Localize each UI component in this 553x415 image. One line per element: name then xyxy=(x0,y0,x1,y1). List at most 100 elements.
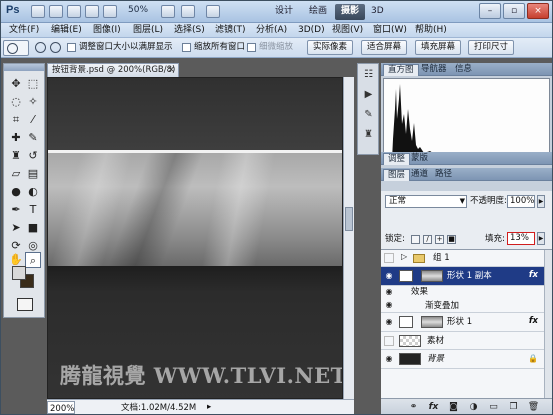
tab-navigator[interactable]: 导航器 xyxy=(417,64,451,76)
document-tab[interactable]: 按钮背景.psd @ 200%(RGB/8) * × xyxy=(47,63,179,77)
lock-all-icon[interactable]: ■ xyxy=(447,235,456,244)
dodge-tool-icon[interactable]: ◐ xyxy=(25,184,41,200)
menu-select[interactable]: 选择(S) xyxy=(174,24,205,37)
lock-transparency-icon[interactable] xyxy=(411,235,420,244)
actions-panel-icon[interactable]: ▶ xyxy=(361,88,376,102)
zoom-tool-icon[interactable] xyxy=(103,5,117,18)
scrollbar-thumb[interactable] xyxy=(345,207,353,231)
tool-preset-picker[interactable] xyxy=(3,40,29,56)
status-zoom-field[interactable]: 200% xyxy=(47,401,75,414)
tab-layers[interactable]: 图层 xyxy=(383,169,411,181)
fx-icon[interactable]: fx xyxy=(427,401,440,413)
menu-layer[interactable]: 图层(L) xyxy=(133,24,163,37)
menu-3d[interactable]: 3D(D) xyxy=(298,24,325,37)
menu-help[interactable]: 帮助(H) xyxy=(415,24,447,37)
vertical-scrollbar[interactable] xyxy=(343,77,354,399)
eye-icon[interactable]: ◉ xyxy=(384,354,394,364)
lock-image-icon[interactable]: / xyxy=(423,235,432,244)
menu-file[interactable]: 文件(F) xyxy=(9,24,39,37)
folder-icon[interactable]: ▭ xyxy=(487,401,500,413)
visibility-toggle[interactable] xyxy=(384,253,394,263)
path-selection-icon[interactable]: ➤ xyxy=(8,220,24,236)
menu-image[interactable]: 图像(I) xyxy=(93,24,121,37)
blur-tool-icon[interactable]: ● xyxy=(8,184,24,200)
clone-source-panel-icon[interactable]: ♜ xyxy=(361,128,376,142)
fill-screen-button[interactable]: 填充屏幕 xyxy=(415,40,462,55)
hand-tool-icon[interactable] xyxy=(85,5,99,18)
history-panel-icon[interactable]: ☷ xyxy=(361,68,376,82)
new-layer-icon[interactable]: ❐ xyxy=(507,401,520,413)
zoom-all-checkbox[interactable] xyxy=(182,43,191,52)
adjustment-icon[interactable]: ◑ xyxy=(467,401,480,413)
tab-info[interactable]: 信息 xyxy=(451,64,476,76)
tab-channels[interactable]: 通道 xyxy=(407,169,432,181)
link-icon[interactable]: ⚭ xyxy=(407,401,420,413)
eraser-tool-icon[interactable]: ▱ xyxy=(8,166,24,182)
actual-pixels-button[interactable]: 实际像素 xyxy=(307,40,354,55)
fx-icon[interactable]: fx xyxy=(529,270,538,280)
layer-row-shape-1[interactable]: ◉ 形状 1 fx xyxy=(381,313,552,332)
workspace-3d[interactable]: 3D xyxy=(365,4,390,20)
extras-icon[interactable] xyxy=(67,5,81,18)
tab-paths[interactable]: 路径 xyxy=(431,169,456,181)
opacity-field[interactable]: 100% xyxy=(507,195,535,208)
mask-icon[interactable]: ◙ xyxy=(447,401,460,413)
visibility-toggle[interactable] xyxy=(384,336,394,346)
menu-window[interactable]: 窗口(W) xyxy=(373,24,407,37)
layer-row-gradient-overlay[interactable]: ◉ 渐变叠加 xyxy=(381,299,552,313)
resize-windows-checkbox[interactable] xyxy=(67,43,76,52)
fx-icon[interactable]: fx xyxy=(529,316,538,326)
layer-row-background[interactable]: ◉ 背景 🔒 xyxy=(381,350,552,369)
layer-row-material[interactable]: 素材 xyxy=(381,332,552,350)
eye-icon[interactable]: ◉ xyxy=(384,317,394,327)
healing-brush-icon[interactable]: ✚ xyxy=(8,130,24,146)
zoom-level[interactable]: 50% xyxy=(128,5,148,15)
status-menu-arrow-icon[interactable]: ▸ xyxy=(207,400,211,414)
bridge-icon[interactable] xyxy=(31,5,45,18)
blend-mode-select[interactable]: 正常 ▼ xyxy=(385,195,467,208)
menu-view[interactable]: 视图(V) xyxy=(332,24,363,37)
menu-filter[interactable]: 滤镜(T) xyxy=(215,24,246,37)
gradient-tool-icon[interactable]: ▤ xyxy=(25,166,41,182)
mini-bridge-icon[interactable] xyxy=(49,5,63,18)
move-tool-icon[interactable]: ✥ xyxy=(8,76,24,92)
document-canvas[interactable]: 腾龍視覺 WWW.TLVI.NET xyxy=(47,77,343,399)
tab-histogram[interactable]: 直方图 xyxy=(383,64,419,76)
clone-stamp-icon[interactable]: ♜ xyxy=(8,148,24,164)
layer-row-shape-1-copy[interactable]: ◉ 形状 1 副本 fx xyxy=(381,267,552,286)
zoom-in-icon[interactable] xyxy=(35,42,46,53)
menu-analysis[interactable]: 分析(A) xyxy=(256,24,287,37)
close-button[interactable]: × xyxy=(527,3,549,19)
workspace-painting[interactable]: 绘画 xyxy=(303,4,333,20)
workspace-photography[interactable]: 摄影 xyxy=(335,4,366,20)
history-brush-icon[interactable]: ↺ xyxy=(25,148,41,164)
maximize-button[interactable]: ▫ xyxy=(503,3,525,19)
quick-mask-icon[interactable] xyxy=(17,298,33,311)
scrubby-zoom-checkbox[interactable] xyxy=(247,43,256,52)
lasso-tool-icon[interactable]: ◌ xyxy=(8,94,24,110)
lock-position-icon[interactable]: + xyxy=(435,235,444,244)
pen-tool-icon[interactable]: ✒ xyxy=(8,202,24,218)
marquee-tool-icon[interactable]: ⬚ xyxy=(25,76,41,92)
tab-adjustments[interactable]: 调整 xyxy=(383,153,411,165)
zoom-tool-icon[interactable]: ⌕ xyxy=(25,252,41,268)
arrange-documents-icon[interactable] xyxy=(181,5,195,18)
layer-list-scrollbar[interactable] xyxy=(544,250,552,399)
eye-icon[interactable]: ◉ xyxy=(384,271,394,281)
menu-edit[interactable]: 编辑(E) xyxy=(51,24,82,37)
fit-screen-button[interactable]: 适合屏幕 xyxy=(361,40,408,55)
shape-tool-icon[interactable]: ■ xyxy=(25,220,41,236)
rotate-view-icon[interactable] xyxy=(161,5,175,18)
magic-wand-icon[interactable]: ✧ xyxy=(25,94,41,110)
type-tool-icon[interactable]: T xyxy=(25,202,41,218)
eye-icon[interactable]: ◉ xyxy=(384,300,394,310)
fill-field[interactable]: 13% xyxy=(507,232,535,245)
layer-row-effects[interactable]: ◉ 效果 xyxy=(381,286,552,299)
brush-panel-icon[interactable]: ✎ xyxy=(361,108,376,122)
eyedropper-icon[interactable]: ⁄ xyxy=(25,112,41,128)
toolbox-grip[interactable] xyxy=(4,64,44,71)
foreground-color-swatch[interactable] xyxy=(12,266,26,280)
trash-icon[interactable]: 🗑 xyxy=(527,401,540,413)
document-close-icon[interactable]: × xyxy=(167,64,175,76)
opacity-arrow-icon[interactable]: ▶ xyxy=(537,195,545,208)
